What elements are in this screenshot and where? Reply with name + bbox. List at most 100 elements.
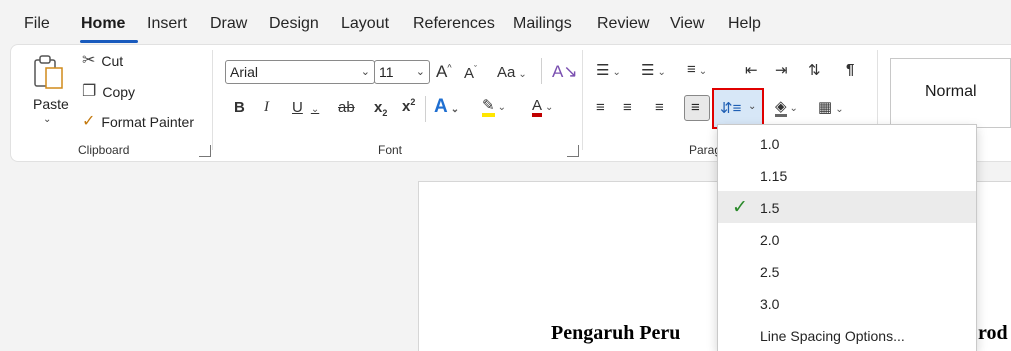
highlight-button[interactable]: ✎ ⌄: [482, 97, 506, 117]
copy-label: Copy: [102, 84, 136, 100]
font-size-value: 11: [379, 64, 394, 80]
chevron-down-icon: ⌄: [835, 104, 844, 115]
borders-icon: ▦: [818, 99, 833, 116]
font-name-value: Arial: [230, 64, 259, 80]
line-spacing-option-2-5[interactable]: 2.5: [718, 255, 976, 287]
scissors-icon: ✂: [82, 52, 96, 69]
shrink-font-icon: A: [464, 65, 475, 82]
document-title: Pengaruh Peru: [551, 322, 681, 344]
bullets-icon: ☰: [596, 62, 610, 79]
numbering-icon: ☰: [641, 62, 655, 79]
align-center-button[interactable]: ≡: [623, 99, 632, 116]
borders-button[interactable]: ▦ ⌄: [818, 98, 844, 116]
font-name-select[interactable]: Arial ⌄: [225, 60, 375, 84]
chevron-down-icon: ⌄: [545, 102, 554, 113]
numbering-button[interactable]: ☰ ⌄: [641, 61, 666, 79]
tab-home[interactable]: Home: [81, 15, 125, 33]
line-spacing-icon: ⇵≡: [720, 100, 742, 117]
show-formatting-button[interactable]: ¶: [846, 61, 854, 78]
line-spacing-button[interactable]: ⇵≡ ⌄: [712, 88, 764, 129]
divider: [425, 96, 426, 122]
chevron-down-icon: ⌄: [360, 66, 370, 78]
tab-file[interactable]: File: [24, 15, 50, 33]
paintbrush-icon: ✓: [82, 113, 96, 130]
strikethrough-button[interactable]: ab: [338, 99, 355, 116]
pilcrow-icon: ¶: [846, 61, 855, 78]
multilevel-list-icon: ≡: [687, 61, 696, 78]
style-normal-label: Normal: [925, 83, 977, 100]
italic-button[interactable]: I: [264, 99, 269, 116]
italic-icon: I: [264, 99, 269, 115]
shrink-font-button[interactable]: Aˇ: [464, 64, 477, 82]
font-size-select[interactable]: 11 ⌄: [374, 60, 430, 84]
bold-button[interactable]: B: [234, 99, 245, 116]
paste-label: Paste: [33, 96, 69, 112]
group-divider: [212, 50, 213, 150]
increase-indent-button[interactable]: ⇥: [775, 61, 788, 79]
sort-icon: ⇅: [808, 62, 821, 79]
tab-review[interactable]: Review: [597, 15, 649, 33]
tab-mailings[interactable]: Mailings: [513, 15, 572, 33]
shading-button[interactable]: ◈ ⌄: [775, 98, 798, 117]
font-color-icon: A: [532, 98, 543, 117]
grow-font-button[interactable]: A^: [436, 62, 452, 82]
format-painter-button[interactable]: ✓ Format Painter: [82, 113, 194, 131]
ribbon-tabs: File Home Insert Draw Design Layout Refe…: [0, 0, 1011, 44]
text-effects-icon: A: [434, 96, 448, 117]
tab-design[interactable]: Design: [269, 15, 319, 33]
line-spacing-option-3-0[interactable]: 3.0: [718, 287, 976, 319]
chevron-down-icon: ⌄: [450, 104, 460, 115]
superscript-button[interactable]: x2: [402, 97, 415, 115]
cut-label: Cut: [101, 53, 124, 69]
line-spacing-option-1-15[interactable]: 1.15: [718, 159, 976, 191]
align-left-icon: ≡: [596, 99, 605, 116]
text-effects-button[interactable]: A ⌄: [434, 96, 459, 118]
subscript-button[interactable]: x2: [374, 99, 387, 118]
multilevel-list-button[interactable]: ≡ ⌄: [687, 61, 707, 78]
paint-bucket-icon: ◈: [775, 98, 787, 117]
cut-button[interactable]: ✂ Cut: [82, 52, 124, 70]
tab-help[interactable]: Help: [728, 15, 761, 33]
clear-formatting-button[interactable]: A↘: [552, 62, 578, 82]
chevron-down-icon: ⌄: [789, 103, 798, 114]
align-right-button[interactable]: ≡: [655, 99, 664, 116]
tab-layout[interactable]: Layout: [341, 15, 389, 33]
chevron-down-icon: ⌄: [415, 66, 425, 78]
underline-button[interactable]: U ⌄: [292, 99, 319, 116]
line-spacing-option-1-0[interactable]: 1.0: [718, 127, 976, 159]
decrease-indent-icon: ⇤: [745, 62, 758, 79]
decrease-indent-button[interactable]: ⇤: [745, 61, 758, 79]
tab-references[interactable]: References: [413, 15, 495, 33]
chevron-down-icon: ⌄: [698, 66, 708, 77]
active-tab-indicator: [80, 40, 138, 43]
copy-button[interactable]: ❐ Copy: [82, 83, 136, 101]
align-left-button[interactable]: ≡: [596, 99, 605, 116]
tab-insert[interactable]: Insert: [147, 15, 187, 33]
tab-draw[interactable]: Draw: [210, 15, 247, 33]
checkmark-icon: ✓: [732, 197, 748, 218]
bullets-button[interactable]: ☰ ⌄: [596, 61, 621, 79]
font-launcher-icon[interactable]: [567, 145, 579, 157]
divider: [541, 58, 542, 84]
justify-icon: ≡: [691, 99, 700, 116]
chevron-down-icon: ⌄: [612, 67, 621, 78]
font-color-button[interactable]: A ⌄: [532, 97, 553, 117]
chevron-down-icon: ⌄: [518, 69, 527, 80]
sort-button[interactable]: ⇅: [808, 61, 821, 79]
line-spacing-option-1-5[interactable]: ✓ 1.5: [718, 191, 976, 223]
change-case-button[interactable]: Aa ⌄: [497, 64, 527, 81]
clear-formatting-icon: A↘: [552, 62, 578, 81]
clipboard-launcher-icon[interactable]: [199, 145, 211, 157]
line-spacing-options-link[interactable]: Line Spacing Options...: [718, 319, 976, 351]
highlighter-icon: ✎: [482, 98, 495, 117]
line-spacing-option-2-0[interactable]: 2.0: [718, 223, 976, 255]
paste-icon: [34, 55, 63, 89]
chevron-down-icon: ⌄: [657, 67, 666, 78]
paste-button[interactable]: Paste ⌄: [28, 54, 72, 132]
chevron-down-icon: ⌄: [310, 104, 320, 115]
copy-icon: ❐: [82, 83, 97, 100]
format-painter-label: Format Painter: [101, 114, 194, 130]
font-group-label: Font: [378, 143, 403, 157]
tab-view[interactable]: View: [670, 15, 704, 33]
justify-button[interactable]: ≡: [684, 95, 710, 121]
